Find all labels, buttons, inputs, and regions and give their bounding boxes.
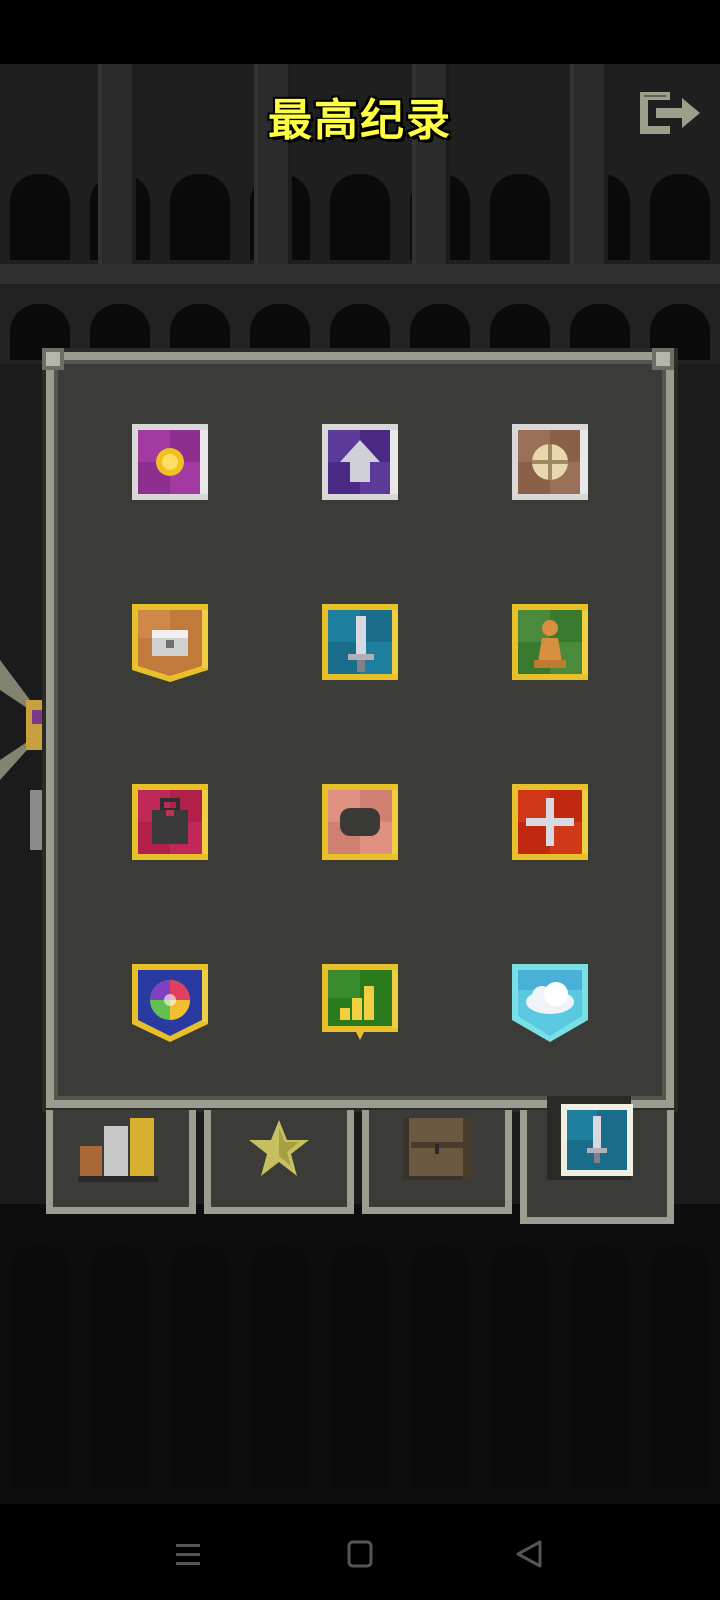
- back-button[interactable]: [510, 1538, 550, 1572]
- level-up-arrow-icon: [322, 424, 398, 500]
- back-triangle-icon: [516, 1540, 542, 1568]
- treasure-chest-icon: [132, 604, 208, 682]
- tab-rankings[interactable]: [204, 1110, 354, 1214]
- recent-apps-button[interactable]: [168, 1538, 208, 1572]
- badge-challenges[interactable]: [508, 600, 592, 684]
- panel-corner-bolt: [42, 348, 64, 370]
- stone-icon: [322, 784, 398, 860]
- door-icon: [403, 1118, 471, 1180]
- bar-chart-icon: [322, 964, 398, 1040]
- home-button[interactable]: [340, 1538, 380, 1572]
- sword-icon: [322, 604, 398, 680]
- badge-gold-collected[interactable]: [128, 420, 212, 504]
- panel-corner-bolt: [652, 348, 674, 370]
- stats-bars-icon: [78, 1118, 158, 1182]
- badge-items-found[interactable]: [128, 600, 212, 684]
- page-title: 最高纪录: [268, 95, 452, 146]
- badge-enemies-slain[interactable]: [318, 600, 402, 684]
- badge-victory[interactable]: [508, 960, 592, 1044]
- exit-button[interactable]: [636, 88, 704, 138]
- badge-level-reached[interactable]: [318, 420, 402, 504]
- badge-food-eaten[interactable]: [508, 420, 592, 504]
- tab-journal[interactable]: [362, 1110, 512, 1214]
- badge-healing[interactable]: [508, 780, 592, 864]
- badge-bag-upgrades[interactable]: [128, 780, 212, 864]
- exit-door-arrow-icon: [640, 92, 700, 134]
- cloud-icon: [512, 964, 588, 1042]
- plus-cross-icon: [512, 784, 588, 860]
- gold-coin-icon: [132, 424, 208, 500]
- backpack-icon: [132, 784, 208, 860]
- tab-badges[interactable]: [520, 1096, 674, 1224]
- food-ration-icon: [512, 424, 588, 500]
- badge-depth-reached[interactable]: [318, 960, 402, 1044]
- hero-glow-sprite: [0, 660, 48, 850]
- star-icon: [249, 1120, 309, 1176]
- menu-icon: [176, 1544, 200, 1565]
- badge-all-potions[interactable]: [128, 960, 212, 1044]
- system-nav-bar: [0, 1510, 720, 1600]
- badge-grid: [96, 400, 616, 1060]
- rainbow-orb-icon: [132, 964, 208, 1042]
- pawn-icon: [512, 604, 588, 680]
- badge-stones-used[interactable]: [318, 780, 402, 864]
- badge-sword-icon: [561, 1104, 633, 1176]
- home-square-icon: [347, 1540, 373, 1568]
- tab-stats[interactable]: [46, 1110, 196, 1214]
